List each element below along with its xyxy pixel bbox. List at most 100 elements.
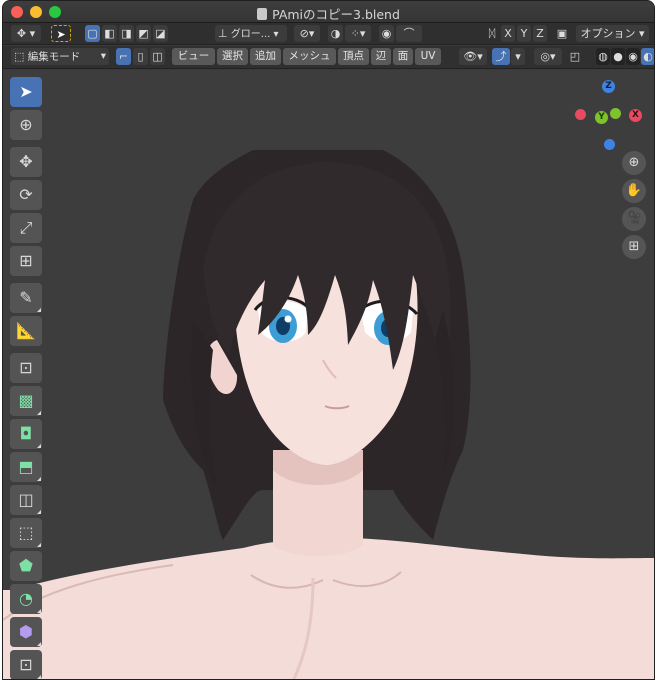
mirror-y-toggle[interactable]: Y — [517, 25, 531, 42]
face-mode-icon: ◫ — [152, 50, 163, 63]
menu-select[interactable]: 選択 — [217, 48, 248, 65]
falloff-dropdown[interactable]: ⌒ — [396, 25, 422, 42]
select-mode-invert[interactable]: ◩ — [136, 25, 151, 42]
gizmo-z-label: Z — [605, 81, 612, 91]
gizmo-x-axis[interactable]: X — [629, 109, 642, 122]
gizmo-neg-z[interactable] — [604, 139, 615, 150]
select-mode-new[interactable]: ▢ — [85, 25, 100, 42]
move-tool[interactable]: ✥ — [10, 147, 42, 177]
inset-tool[interactable]: ◘ — [10, 419, 42, 449]
navigation-gizmo[interactable]: Z Y X — [573, 78, 648, 153]
viewport-header: ⬚ 編集モード ▾ ⌐ ▯ ◫ ビュー 選択 追加 メッシュ 頂点 辺 面 UV… — [3, 46, 654, 69]
spin-icon: ◔ — [19, 589, 33, 608]
menu-vertex[interactable]: 頂点 — [338, 48, 369, 65]
snap-target-dropdown[interactable]: ⁘▾ — [345, 25, 371, 42]
bevel-tool[interactable]: ⬒ — [10, 452, 42, 482]
3d-viewport[interactable]: ➤ ⊕ ✥ ⟳ ⤢ ⊞ ✎ 📐 ⊡ ▩ ◘ ⬒ ◫ ⬚ ⬟ ◔ ⬢ ⊡ Z Y … — [3, 70, 654, 679]
visibility-dropdown[interactable]: 👁▾ — [459, 48, 487, 65]
rotate-tool[interactable]: ⟳ — [10, 180, 42, 210]
menu-view[interactable]: ビュー — [172, 48, 215, 65]
cursor-icon: ➤ — [56, 28, 66, 41]
edge-select-mode[interactable]: ▯ — [133, 48, 148, 65]
zoom-icon: ⊕ — [628, 155, 640, 170]
vertex-select-mode[interactable]: ⌐ — [116, 48, 131, 65]
shading-material[interactable]: ◉ — [626, 48, 640, 65]
proportional-edit-toggle[interactable]: ◉ — [379, 25, 394, 42]
menu-add[interactable]: 追加 — [250, 48, 281, 65]
gizmo-y-axis[interactable]: Y — [595, 111, 608, 124]
shading-wireframe[interactable]: ◍ — [596, 48, 610, 65]
mirror-x-toggle[interactable]: X — [501, 25, 515, 42]
gizmo-toggle[interactable]: ⤴ — [492, 48, 510, 65]
menu-uv[interactable]: UV — [415, 48, 441, 65]
cursor-icon: ➤ — [19, 82, 33, 101]
options-dropdown[interactable]: オプション ▾ — [576, 25, 649, 42]
target-icon: ⊕ — [19, 115, 33, 134]
gizmo-x-label: X — [632, 110, 639, 120]
loopcut-icon: ◫ — [18, 490, 34, 509]
select-box-button[interactable]: ➤ — [51, 25, 71, 42]
select-tool[interactable]: ➤ — [10, 77, 42, 107]
gizmo-icon: ⤴ — [495, 50, 507, 63]
measure-tool[interactable]: 📐 — [10, 316, 42, 346]
polybuild-tool[interactable]: ⬟ — [10, 551, 42, 581]
smooth-tool[interactable]: ⬢ — [10, 617, 42, 647]
extrude-tool[interactable]: ▩ — [10, 386, 42, 416]
select-mode-extend[interactable]: ◧ — [102, 25, 117, 42]
cursor-tool[interactable]: ⊕ — [10, 110, 42, 140]
pan-button[interactable]: ✋ — [622, 179, 646, 203]
rendered-sphere-icon: ◐ — [643, 50, 653, 63]
extrude-icon: ▩ — [18, 391, 34, 410]
perspective-button[interactable]: ⊞ — [622, 235, 646, 259]
auto-merge-toggle[interactable]: ▣ — [554, 25, 570, 42]
loopcut-tool[interactable]: ◫ — [10, 485, 42, 515]
add-cube-icon: ⊡ — [19, 358, 33, 377]
annotate-tool[interactable]: ✎ — [10, 283, 42, 313]
blender-window: PAmiのコピー3.blend ✥ ▾ ➤ ▢ ◧ ◨ ◩ ◪ ⊥ グロー...… — [2, 0, 655, 680]
magnet-icon: ◑ — [330, 27, 341, 40]
axis-z-label: Z — [536, 27, 544, 40]
gizmo-z-axis[interactable]: Z — [602, 80, 615, 93]
window-title-text: PAmiのコピー3.blend — [272, 7, 400, 22]
xray-toggle[interactable]: ◰ — [568, 48, 582, 65]
axes-icon: ⊥ — [218, 27, 228, 40]
solid-sphere-icon: ● — [613, 50, 623, 63]
spin-tool[interactable]: ◔ — [10, 584, 42, 614]
overlay-dropdown[interactable]: ◎▾ — [534, 48, 562, 65]
edit-mode-icon: ⬚ — [14, 50, 25, 63]
camera-button[interactable]: 🎥 — [622, 207, 646, 231]
snap-grid-icon: ⁘ — [350, 27, 360, 40]
ruler-icon: 📐 — [16, 321, 36, 340]
knife-icon: ⬚ — [18, 523, 34, 542]
scale-tool[interactable]: ⤢ — [10, 213, 42, 243]
menu-edge[interactable]: 辺 — [371, 48, 391, 65]
tool-pivot-button[interactable]: ✥ ▾ — [11, 25, 41, 42]
character-model — [3, 150, 654, 679]
shrink-tool[interactable]: ⊡ — [10, 650, 42, 679]
transform-tool[interactable]: ⊞ — [10, 246, 42, 276]
mirror-icon-button[interactable]: ᛞ — [484, 25, 500, 42]
gizmo-neg-y[interactable] — [610, 108, 621, 119]
select-mode-subtract[interactable]: ◨ — [119, 25, 134, 42]
add-cube-tool[interactable]: ⊡ — [10, 353, 42, 383]
camera-icon: 🎥 — [625, 211, 643, 226]
gizmo-neg-x[interactable] — [575, 109, 586, 120]
gizmo-dropdown[interactable]: ▾ — [511, 48, 525, 65]
merge-icon: ▣ — [556, 27, 568, 40]
zoom-button[interactable]: ⊕ — [622, 151, 646, 175]
mode-dropdown[interactable]: ⬚ 編集モード ▾ — [11, 48, 109, 65]
shrink-icon: ⊡ — [19, 655, 33, 674]
knife-tool[interactable]: ⬚ — [10, 518, 42, 548]
menu-face[interactable]: 面 — [393, 48, 413, 65]
shading-solid[interactable]: ● — [611, 48, 625, 65]
tool-settings-header: ✥ ▾ ➤ ▢ ◧ ◨ ◩ ◪ ⊥ グロー... ▾ ⊘▾ ◑ ⁘▾ ◉ ⌒ ᛞ… — [3, 23, 654, 45]
transform-orientation-dropdown[interactable]: ⊥ グロー... ▾ — [215, 25, 287, 42]
menu-mesh[interactable]: メッシュ — [283, 48, 336, 65]
face-select-mode[interactable]: ◫ — [150, 48, 165, 65]
pivot-point-dropdown[interactable]: ⊘▾ — [294, 25, 320, 42]
select-mode-intersect[interactable]: ◪ — [153, 25, 168, 42]
snap-toggle[interactable]: ◑ — [328, 25, 343, 42]
window-title: PAmiのコピー3.blend — [3, 4, 654, 23]
shading-rendered[interactable]: ◐ — [641, 48, 654, 65]
mirror-z-toggle[interactable]: Z — [533, 25, 547, 42]
